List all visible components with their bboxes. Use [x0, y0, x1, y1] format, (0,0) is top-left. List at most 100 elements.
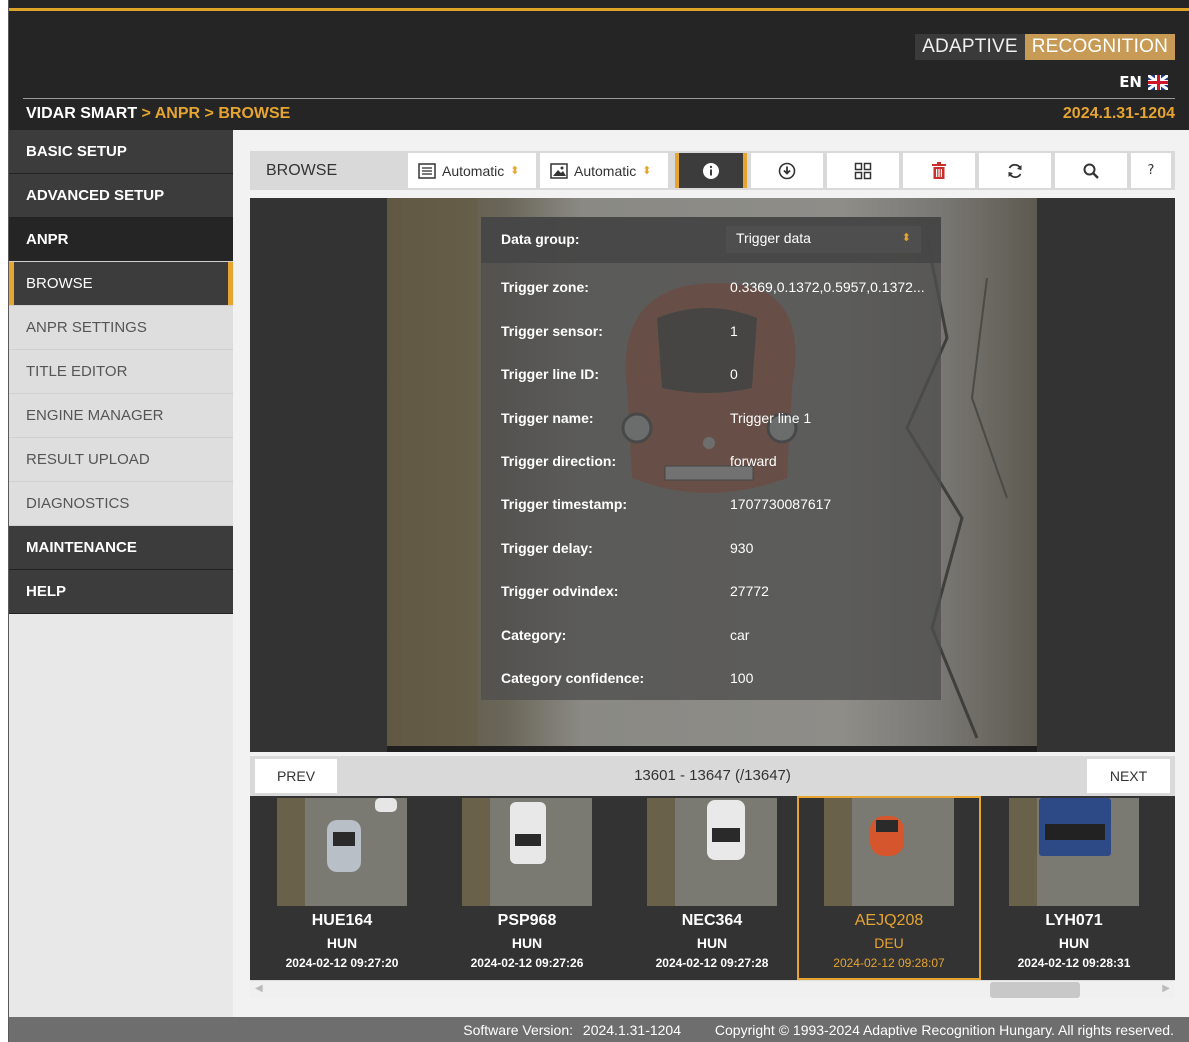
data-row: Trigger delay: 930 — [481, 540, 941, 560]
thumbnail-scrollbar[interactable]: ◀ ▶ — [250, 980, 1175, 998]
data-group-value: Trigger data — [736, 230, 811, 246]
thumbnail-plate: AEJQ208 — [854, 912, 924, 929]
copyright-text: Copyright © 1993-2024 Adaptive Recogniti… — [714, 1022, 1174, 1038]
prev-button[interactable]: PREV — [255, 759, 337, 793]
breadcrumb: VIDAR SMART > ANPR > BROWSE — [26, 105, 290, 123]
thumbnail-item[interactable]: LYH071 HUN 2024-02-12 09:28:31 — [982, 796, 1166, 980]
thumbnail-country: HUN — [326, 935, 358, 951]
main-content: BROWSE Automatic ⬍ Automatic ⬍ ? Data gr… — [233, 130, 1189, 1017]
logo-part1: ADAPTIVE — [915, 34, 1025, 60]
data-group-row: Data group: Trigger data ⬍ — [481, 217, 941, 263]
uk-flag-icon — [1148, 74, 1168, 90]
scrollbar-thumb[interactable] — [990, 982, 1080, 998]
search-button[interactable] — [1055, 153, 1127, 188]
breadcrumb-anpr: ANPR — [154, 105, 201, 122]
sidebar-item-title-editor[interactable]: TITLE EDITOR — [9, 350, 233, 394]
footer: Software Version: 2024.1.31-1204 Copyrig… — [9, 1017, 1189, 1042]
data-row: Trigger line ID: 0 — [481, 366, 941, 386]
page-info: 13601 - 13647 (/13647) — [634, 767, 791, 784]
pager: 13601 - 13647 (/13647) PREV NEXT — [250, 756, 1175, 796]
result-format-select[interactable]: Automatic ⬍ — [408, 153, 536, 188]
data-row: Trigger zone: 0.3369,0.1372,0.5957,0.1372… — [481, 279, 941, 299]
delete-button[interactable] — [903, 153, 975, 188]
sidebar-item-diagnostics[interactable]: DIAGNOSTICS — [9, 482, 233, 526]
data-key: Trigger direction: — [501, 453, 617, 469]
sidebar-item-label: BASIC SETUP — [26, 143, 127, 160]
image-mode-select[interactable]: Automatic ⬍ — [540, 153, 668, 188]
data-key: Trigger odvindex: — [501, 583, 619, 599]
help-button[interactable]: ? — [1131, 153, 1171, 188]
data-key: Trigger zone: — [501, 279, 589, 295]
thumbnail-country: HUN — [511, 935, 543, 951]
data-value: 0.3369,0.1372,0.5957,0.1372... — [730, 279, 925, 295]
header-divider — [23, 98, 1175, 99]
data-key: Trigger line ID: — [501, 366, 600, 382]
grid-view-button[interactable] — [827, 153, 899, 188]
sidebar-item-label: ENGINE MANAGER — [26, 407, 164, 424]
app-window: ADAPTIVE RECOGNITION EN VIDAR SMART > AN… — [0, 0, 1189, 1042]
info-button[interactable] — [675, 153, 747, 188]
thumbnail-timestamp: 2024-02-12 09:27:20 — [285, 956, 399, 970]
data-group-label: Data group: — [501, 231, 580, 247]
data-key: Trigger sensor: — [501, 323, 603, 339]
thumbnail-item[interactable]: PSP968 HUN 2024-02-12 09:27:26 — [435, 796, 619, 980]
thumbnail-timestamp: 2024-02-12 09:28:31 — [1017, 956, 1131, 970]
list-icon — [418, 162, 436, 179]
toolbar-title: BROWSE — [266, 162, 338, 179]
scroll-left-icon[interactable]: ◀ — [255, 983, 263, 994]
sidebar-item-maintenance[interactable]: MAINTENANCE — [9, 526, 233, 570]
data-key: Trigger name: — [501, 410, 594, 426]
sidebar-item-label: MAINTENANCE — [26, 539, 137, 556]
sidebar-item-help[interactable]: HELP — [9, 570, 233, 614]
download-button[interactable] — [751, 153, 823, 188]
language-selector[interactable]: EN — [1119, 73, 1168, 91]
thumbnail-timestamp: 2024-02-12 09:27:26 — [470, 956, 584, 970]
thumbnail-item[interactable]: HUE164 HUN 2024-02-12 09:27:20 — [250, 796, 434, 980]
data-value: 27772 — [730, 583, 769, 599]
refresh-icon — [1008, 163, 1022, 178]
software-version-label: Software Version: — [463, 1022, 574, 1038]
thumbnail-image — [647, 798, 777, 906]
data-key: Trigger timestamp: — [501, 496, 628, 512]
sidebar-item-basic-setup[interactable]: BASIC SETUP — [9, 130, 233, 174]
company-logo: ADAPTIVE RECOGNITION — [915, 34, 1175, 60]
data-row: Trigger timestamp: 1707730087617 — [481, 496, 941, 516]
sidebar-item-anpr-settings[interactable]: ANPR SETTINGS — [9, 306, 233, 350]
header: ADAPTIVE RECOGNITION EN VIDAR SMART > AN… — [9, 0, 1189, 130]
browse-toolbar: BROWSE Automatic ⬍ Automatic ⬍ ? — [250, 151, 1175, 190]
next-button[interactable]: NEXT — [1087, 759, 1170, 793]
sidebar-item-result-upload[interactable]: RESULT UPLOAD — [9, 438, 233, 482]
thumbnail-plate: PSP968 — [497, 912, 557, 929]
search-icon — [1083, 163, 1099, 179]
thumbnail-country: HUN — [696, 935, 728, 951]
updown-icon: ⬍ — [510, 165, 520, 177]
sidebar-item-label: RESULT UPLOAD — [26, 451, 150, 468]
sidebar-item-browse[interactable]: BROWSE — [9, 262, 233, 306]
software-version-value: 2024.1.31-1204 — [582, 1022, 681, 1038]
thumbnail-item-selected[interactable]: AEJQ208 DEU 2024-02-12 09:28:07 — [797, 796, 981, 980]
download-icon — [778, 162, 796, 179]
data-group-select[interactable]: Trigger data ⬍ — [726, 226, 921, 253]
thumbnail-item[interactable]: NEC364 HUN 2024-02-12 09:27:28 — [620, 796, 804, 980]
data-value: 930 — [730, 540, 754, 556]
thumbnail-timestamp: 2024-02-12 09:27:28 — [655, 956, 769, 970]
scroll-right-icon[interactable]: ▶ — [1162, 983, 1170, 994]
thumbnail-image — [824, 798, 954, 906]
sidebar-item-label: ANPR — [26, 231, 69, 248]
sidebar-item-advanced-setup[interactable]: ADVANCED SETUP — [9, 174, 233, 218]
footer-text: Software Version: 2024.1.31-1204 Copyrig… — [457, 1022, 1174, 1038]
thumbnail-image — [277, 798, 407, 906]
trash-icon — [932, 161, 946, 179]
data-key: Trigger delay: — [501, 540, 593, 556]
data-row: Category confidence: 100 — [481, 670, 941, 690]
sidebar-item-label: HELP — [26, 583, 67, 600]
refresh-button[interactable] — [979, 153, 1051, 188]
help-icon: ? — [1147, 163, 1155, 178]
sidebar-item-anpr[interactable]: ANPR — [9, 218, 233, 262]
language-code: EN — [1119, 73, 1142, 91]
sidebar-item-engine-manager[interactable]: ENGINE MANAGER — [9, 394, 233, 438]
breadcrumb-root: VIDAR SMART — [26, 105, 138, 122]
data-key: Category confidence: — [501, 670, 645, 686]
thumbnail-image — [462, 798, 592, 906]
data-overlay-panel: Data group: Trigger data ⬍ Trigger zone:… — [481, 217, 941, 700]
